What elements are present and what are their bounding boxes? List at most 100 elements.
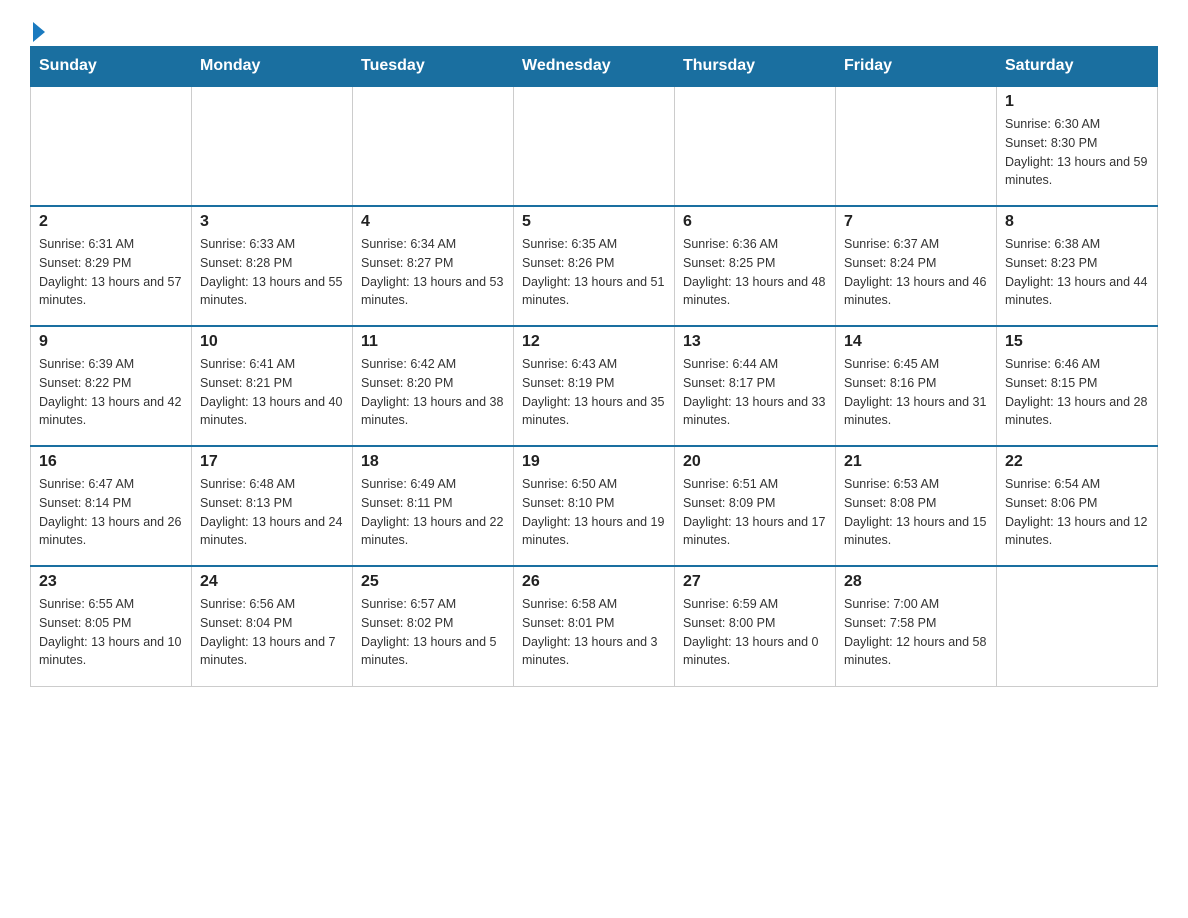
week-row-2: 2 Sunrise: 6:31 AM Sunset: 8:29 PM Daylig… [31, 206, 1158, 326]
day-info: Sunrise: 6:36 AM Sunset: 8:25 PM Dayligh… [683, 235, 827, 310]
day-info: Sunrise: 6:47 AM Sunset: 8:14 PM Dayligh… [39, 475, 183, 550]
calendar-cell: 26 Sunrise: 6:58 AM Sunset: 8:01 PM Dayli… [514, 566, 675, 686]
calendar-cell [353, 86, 514, 206]
day-number: 23 [39, 573, 183, 591]
day-number: 4 [361, 213, 505, 231]
day-header-thursday: Thursday [675, 47, 836, 87]
day-info: Sunrise: 6:30 AM Sunset: 8:30 PM Dayligh… [1005, 115, 1149, 190]
day-number: 27 [683, 573, 827, 591]
day-number: 18 [361, 453, 505, 471]
calendar-cell [31, 86, 192, 206]
day-info: Sunrise: 6:43 AM Sunset: 8:19 PM Dayligh… [522, 355, 666, 430]
calendar-cell: 1 Sunrise: 6:30 AM Sunset: 8:30 PM Daylig… [997, 86, 1158, 206]
day-number: 8 [1005, 213, 1149, 231]
day-info: Sunrise: 6:44 AM Sunset: 8:17 PM Dayligh… [683, 355, 827, 430]
week-row-1: 1 Sunrise: 6:30 AM Sunset: 8:30 PM Daylig… [31, 86, 1158, 206]
day-number: 10 [200, 333, 344, 351]
day-info: Sunrise: 6:49 AM Sunset: 8:11 PM Dayligh… [361, 475, 505, 550]
day-info: Sunrise: 6:42 AM Sunset: 8:20 PM Dayligh… [361, 355, 505, 430]
day-number: 3 [200, 213, 344, 231]
day-info: Sunrise: 6:41 AM Sunset: 8:21 PM Dayligh… [200, 355, 344, 430]
day-info: Sunrise: 6:56 AM Sunset: 8:04 PM Dayligh… [200, 595, 344, 670]
calendar-cell: 12 Sunrise: 6:43 AM Sunset: 8:19 PM Dayli… [514, 326, 675, 446]
day-number: 7 [844, 213, 988, 231]
day-number: 26 [522, 573, 666, 591]
day-number: 2 [39, 213, 183, 231]
day-info: Sunrise: 6:51 AM Sunset: 8:09 PM Dayligh… [683, 475, 827, 550]
days-of-week-row: SundayMondayTuesdayWednesdayThursdayFrid… [31, 47, 1158, 87]
calendar-cell: 19 Sunrise: 6:50 AM Sunset: 8:10 PM Dayli… [514, 446, 675, 566]
day-info: Sunrise: 6:33 AM Sunset: 8:28 PM Dayligh… [200, 235, 344, 310]
calendar-cell: 28 Sunrise: 7:00 AM Sunset: 7:58 PM Dayli… [836, 566, 997, 686]
day-info: Sunrise: 6:45 AM Sunset: 8:16 PM Dayligh… [844, 355, 988, 430]
day-info: Sunrise: 6:59 AM Sunset: 8:00 PM Dayligh… [683, 595, 827, 670]
day-number: 24 [200, 573, 344, 591]
day-number: 28 [844, 573, 988, 591]
calendar-table: SundayMondayTuesdayWednesdayThursdayFrid… [30, 46, 1158, 687]
day-header-wednesday: Wednesday [514, 47, 675, 87]
day-header-tuesday: Tuesday [353, 47, 514, 87]
calendar-cell: 13Sunrise: 6:44 AM Sunset: 8:17 PM Dayli… [675, 326, 836, 446]
day-number: 15 [1005, 333, 1149, 351]
calendar-cell: 23 Sunrise: 6:55 AM Sunset: 8:05 PM Dayli… [31, 566, 192, 686]
day-info: Sunrise: 6:31 AM Sunset: 8:29 PM Dayligh… [39, 235, 183, 310]
day-info: Sunrise: 6:57 AM Sunset: 8:02 PM Dayligh… [361, 595, 505, 670]
day-info: Sunrise: 6:35 AM Sunset: 8:26 PM Dayligh… [522, 235, 666, 310]
day-number: 17 [200, 453, 344, 471]
calendar-cell: 11 Sunrise: 6:42 AM Sunset: 8:20 PM Dayli… [353, 326, 514, 446]
page-header [30, 20, 1158, 36]
day-header-monday: Monday [192, 47, 353, 87]
day-info: Sunrise: 6:38 AM Sunset: 8:23 PM Dayligh… [1005, 235, 1149, 310]
day-number: 9 [39, 333, 183, 351]
calendar-cell: 20 Sunrise: 6:51 AM Sunset: 8:09 PM Dayli… [675, 446, 836, 566]
calendar-cell: 8 Sunrise: 6:38 AM Sunset: 8:23 PM Daylig… [997, 206, 1158, 326]
calendar-cell: 18 Sunrise: 6:49 AM Sunset: 8:11 PM Dayli… [353, 446, 514, 566]
day-info: Sunrise: 6:50 AM Sunset: 8:10 PM Dayligh… [522, 475, 666, 550]
day-number: 11 [361, 333, 505, 351]
calendar-cell: 22 Sunrise: 6:54 AM Sunset: 8:06 PM Dayli… [997, 446, 1158, 566]
calendar-cell: 15 Sunrise: 6:46 AM Sunset: 8:15 PM Dayli… [997, 326, 1158, 446]
day-info: Sunrise: 6:55 AM Sunset: 8:05 PM Dayligh… [39, 595, 183, 670]
logo-arrow-icon [33, 22, 45, 42]
day-number: 1 [1005, 93, 1149, 111]
day-header-saturday: Saturday [997, 47, 1158, 87]
day-number: 21 [844, 453, 988, 471]
day-header-friday: Friday [836, 47, 997, 87]
day-number: 20 [683, 453, 827, 471]
calendar-cell [192, 86, 353, 206]
day-info: Sunrise: 6:34 AM Sunset: 8:27 PM Dayligh… [361, 235, 505, 310]
day-number: 22 [1005, 453, 1149, 471]
day-info: Sunrise: 7:00 AM Sunset: 7:58 PM Dayligh… [844, 595, 988, 670]
calendar-cell [836, 86, 997, 206]
week-row-3: 9Sunrise: 6:39 AM Sunset: 8:22 PM Daylig… [31, 326, 1158, 446]
day-number: 6 [683, 213, 827, 231]
calendar-cell: 4 Sunrise: 6:34 AM Sunset: 8:27 PM Daylig… [353, 206, 514, 326]
calendar-cell: 16 Sunrise: 6:47 AM Sunset: 8:14 PM Dayli… [31, 446, 192, 566]
calendar-cell: 7 Sunrise: 6:37 AM Sunset: 8:24 PM Daylig… [836, 206, 997, 326]
day-info: Sunrise: 6:37 AM Sunset: 8:24 PM Dayligh… [844, 235, 988, 310]
day-info: Sunrise: 6:53 AM Sunset: 8:08 PM Dayligh… [844, 475, 988, 550]
calendar-cell: 2 Sunrise: 6:31 AM Sunset: 8:29 PM Daylig… [31, 206, 192, 326]
calendar-cell [675, 86, 836, 206]
calendar-cell: 3 Sunrise: 6:33 AM Sunset: 8:28 PM Daylig… [192, 206, 353, 326]
day-number: 12 [522, 333, 666, 351]
day-info: Sunrise: 6:46 AM Sunset: 8:15 PM Dayligh… [1005, 355, 1149, 430]
day-number: 16 [39, 453, 183, 471]
day-number: 19 [522, 453, 666, 471]
day-info: Sunrise: 6:54 AM Sunset: 8:06 PM Dayligh… [1005, 475, 1149, 550]
day-info: Sunrise: 6:48 AM Sunset: 8:13 PM Dayligh… [200, 475, 344, 550]
calendar-cell [514, 86, 675, 206]
calendar-cell: 25 Sunrise: 6:57 AM Sunset: 8:02 PM Dayli… [353, 566, 514, 686]
calendar-cell [997, 566, 1158, 686]
calendar-cell: 24 Sunrise: 6:56 AM Sunset: 8:04 PM Dayli… [192, 566, 353, 686]
calendar-cell: 10 Sunrise: 6:41 AM Sunset: 8:21 PM Dayli… [192, 326, 353, 446]
calendar-cell: 9Sunrise: 6:39 AM Sunset: 8:22 PM Daylig… [31, 326, 192, 446]
calendar-cell: 6 Sunrise: 6:36 AM Sunset: 8:25 PM Daylig… [675, 206, 836, 326]
logo [30, 20, 45, 36]
calendar-cell: 27 Sunrise: 6:59 AM Sunset: 8:00 PM Dayli… [675, 566, 836, 686]
logo-general-text [30, 20, 45, 42]
day-info: Sunrise: 6:58 AM Sunset: 8:01 PM Dayligh… [522, 595, 666, 670]
week-row-4: 16 Sunrise: 6:47 AM Sunset: 8:14 PM Dayli… [31, 446, 1158, 566]
day-number: 25 [361, 573, 505, 591]
calendar-cell: 21 Sunrise: 6:53 AM Sunset: 8:08 PM Dayli… [836, 446, 997, 566]
